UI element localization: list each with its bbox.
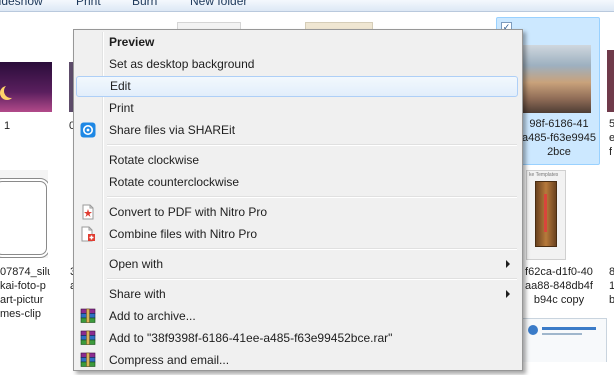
file-name-line: 98f-6186-41 <box>529 118 589 130</box>
file-name-line: 8 <box>609 266 614 278</box>
menu-item-label: Combine files with Nitro Pro <box>109 227 258 241</box>
file-thumbnail-document[interactable] <box>521 318 607 362</box>
menu-item-share-shareit[interactable]: Share files via SHAREit <box>76 120 518 141</box>
winrar-icon <box>80 308 96 324</box>
menu-item-print[interactable]: Print <box>76 98 518 119</box>
slideshow-button[interactable]: Slideshow <box>0 0 43 8</box>
file-thumbnail-frame[interactable] <box>0 170 48 258</box>
menu-item-label: Rotate counterclockwise <box>109 175 240 189</box>
menu-item-set-desktop-background[interactable]: Set as desktop background <box>76 54 518 75</box>
file-name-line: aa88-848db4f <box>525 280 593 292</box>
toolbar: Slideshow Print Burn New folder <box>0 0 614 12</box>
menu-item-label: Print <box>109 101 134 115</box>
file-name-line: a485-f63e9945 <box>521 132 596 144</box>
file-name-line: kai-foto-p <box>0 280 46 292</box>
menu-item-preview[interactable]: Preview <box>76 32 518 53</box>
menu-item-label: Edit <box>110 79 131 93</box>
file-thumbnail-market[interactable] <box>521 45 591 113</box>
file-name-line: 1 <box>609 280 614 292</box>
file-name-line: 5 <box>609 118 614 130</box>
nitro-combine-icon <box>80 226 96 242</box>
new-folder-button[interactable]: New folder <box>190 0 247 8</box>
menu-separator <box>107 278 517 280</box>
thumbnail-caption: ke Templates <box>529 172 559 178</box>
menu-item-label: Open with <box>109 257 164 271</box>
moon-shape <box>4 84 18 98</box>
menu-item-add-to-archive[interactable]: Add to archive... <box>76 306 518 327</box>
winrar-icon <box>80 330 96 346</box>
print-button[interactable]: Print <box>76 0 101 8</box>
menu-separator <box>107 144 517 146</box>
shareit-icon <box>80 122 96 138</box>
menu-item-label: Share files via SHAREit <box>109 123 236 137</box>
menu-item-label: Share with <box>109 287 166 301</box>
winrar-icon <box>80 352 96 368</box>
menu-item-rotate-counterclockwise[interactable]: Rotate counterclockwise <box>76 172 518 193</box>
submenu-arrow-icon <box>506 290 510 298</box>
menu-item-rotate-clockwise[interactable]: Rotate clockwise <box>76 150 518 171</box>
menu-item-label: Convert to PDF with Nitro Pro <box>109 205 268 219</box>
file-name-line: b94c copy <box>533 294 585 306</box>
menu-item-share-with[interactable]: Share with <box>76 284 518 305</box>
menu-separator <box>107 196 517 198</box>
file-name: 1 <box>4 120 11 132</box>
nitro-convert-icon <box>80 204 96 220</box>
menu-item-label: Add to "38f9398f-6186-41ee-a485-f63e9945… <box>109 331 393 345</box>
menu-item-convert-pdf-nitro[interactable]: Convert to PDF with Nitro Pro <box>76 202 518 223</box>
menu-item-open-with[interactable]: Open with <box>76 254 518 275</box>
file-name-line: 07874_silu <box>0 266 50 278</box>
file-name-line: mes-clip <box>0 308 41 320</box>
menu-item-label: Add to archive... <box>109 309 196 323</box>
file-name-line: art-pictur <box>0 294 44 306</box>
menu-item-label: Preview <box>109 35 155 49</box>
submenu-arrow-icon <box>506 260 510 268</box>
menu-item-combine-nitro[interactable]: Combine files with Nitro Pro <box>76 224 518 245</box>
burn-button[interactable]: Burn <box>132 0 157 8</box>
file-name-line: f <box>609 146 613 158</box>
context-menu: Preview Set as desktop background Edit P… <box>73 29 523 371</box>
menu-item-add-to-rar[interactable]: Add to "38f9398f-6186-41ee-a485-f63e9945… <box>76 328 518 349</box>
file-thumbnail[interactable] <box>607 50 614 112</box>
ornate-frame-shape <box>0 178 48 258</box>
file-thumbnail-night[interactable] <box>0 62 52 112</box>
file-thumbnail-door[interactable]: ke Templates <box>526 170 566 260</box>
menu-item-edit[interactable]: Edit <box>76 76 518 97</box>
menu-item-label: Compress and email... <box>109 353 230 367</box>
menu-item-label: Set as desktop background <box>109 57 255 71</box>
menu-item-compress-email[interactable]: Compress and email... <box>76 350 518 371</box>
file-name-line: 2bce <box>547 146 571 158</box>
file-name-line: b <box>609 294 614 306</box>
door-shape <box>535 181 557 247</box>
file-name-line: f62ca-d1f0-40 <box>525 266 593 278</box>
menu-item-label: Rotate clockwise <box>109 153 200 167</box>
file-name-line: e <box>609 132 614 144</box>
menu-separator <box>107 248 517 250</box>
